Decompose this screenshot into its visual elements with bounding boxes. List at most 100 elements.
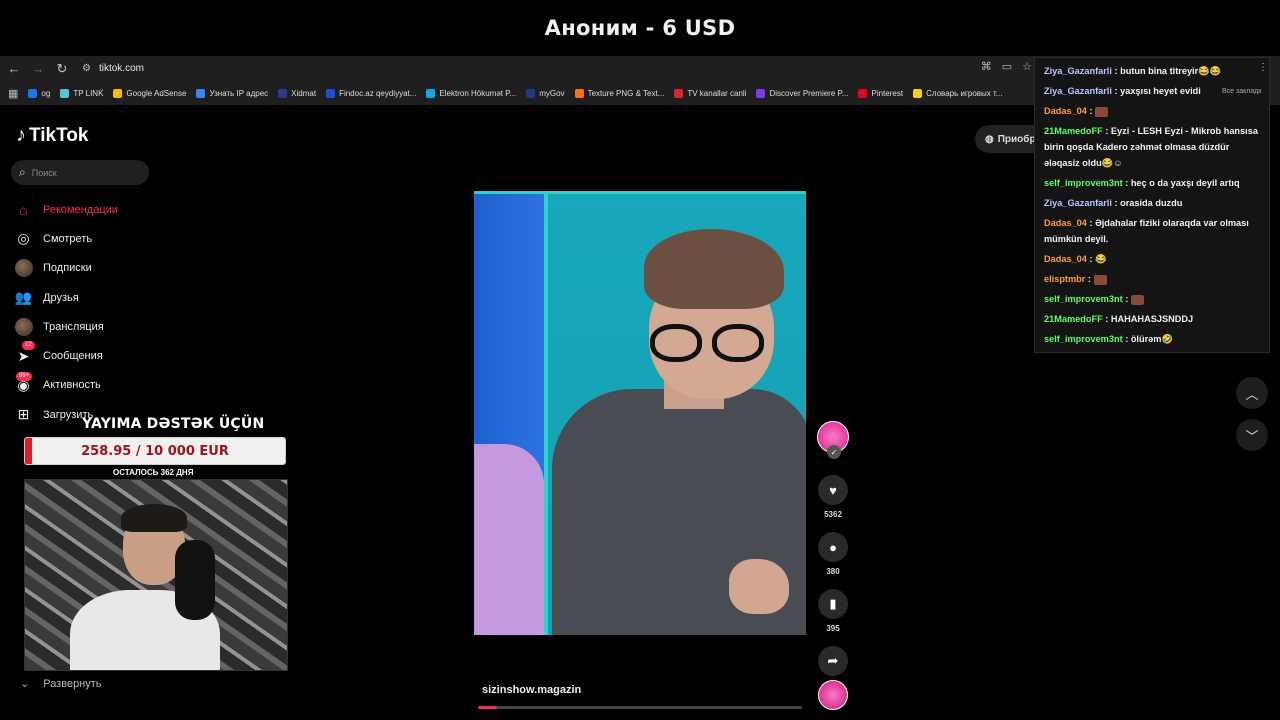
bookmark-item[interactable]: TV kanallar canli: [674, 88, 746, 98]
chat-text: heç o da yaxşı deyil artıq: [1130, 178, 1240, 188]
tiktok-note-icon: ♪: [16, 124, 26, 146]
translate-icon[interactable]: ⌘: [981, 60, 992, 73]
bookmark-favicon-icon: [426, 88, 436, 98]
messages-icon: ➤ 12: [14, 341, 35, 366]
chat-message: self_improvem3nt :: [1044, 291, 1263, 307]
tiktok-logo[interactable]: ♪ TikTok: [16, 124, 88, 147]
chat-username[interactable]: self_improvem3nt: [1044, 334, 1123, 344]
streamer-webcam: [24, 479, 288, 671]
sidebar-item-recommended[interactable]: ⌂ Рекомендации: [14, 195, 118, 224]
chat-username[interactable]: Dadas_04: [1044, 218, 1087, 228]
chat-username[interactable]: Ziya_Gazanfarli: [1044, 198, 1112, 208]
video-author[interactable]: sizinshow.magazin: [482, 684, 581, 696]
chat-message: Ziya_Gazanfarli : orasida duzdu: [1044, 198, 1183, 208]
chat-message: self_improvem3nt : ölürəm🤣: [1044, 334, 1173, 344]
sidebar-item-friends[interactable]: 👥 Друзья: [14, 283, 118, 312]
chat-message: Dadas_04 : Əjdahalar fiziki olaraqda var…: [1044, 218, 1249, 244]
comment-button[interactable]: ●: [818, 532, 848, 562]
bookmark-item[interactable]: Xidmat: [278, 88, 316, 98]
apps-grid-icon[interactable]: ▦: [8, 87, 18, 100]
bookmark-favicon-icon: [196, 88, 206, 98]
search-icon: ⌕: [19, 165, 26, 179]
chat-username[interactable]: Ziya_Gazanfarli: [1044, 86, 1112, 96]
likes-count: 5362: [824, 510, 842, 519]
chat-username[interactable]: self_improvem3nt: [1044, 294, 1123, 304]
activity-badge: 99+: [16, 371, 33, 381]
friends-icon: 👥: [14, 289, 33, 306]
search-input[interactable]: [31, 167, 132, 178]
messages-badge: 12: [22, 341, 35, 351]
video-player[interactable]: [474, 191, 806, 635]
sidebar-item-live[interactable]: Трансляция: [14, 312, 118, 341]
chevron-down-icon: ⌄: [20, 678, 30, 690]
bookmark-item[interactable]: Словарь игровых т...: [913, 88, 1002, 98]
chevron-up-icon: ︿: [1245, 386, 1259, 402]
chat-username[interactable]: self_improvem3nt: [1044, 178, 1123, 188]
chat-text: orasida duzdu: [1120, 198, 1183, 208]
forward-icon[interactable]: →: [28, 59, 48, 79]
comment-icon: ●: [829, 539, 837, 555]
bookmark-item[interactable]: Discover Premiere P...: [756, 88, 848, 98]
chat-message: 21MamedoFF : Eyzi - LESH Eyzi - Mikrob h…: [1044, 126, 1258, 168]
sidebar-item-following[interactable]: Подписки: [14, 254, 118, 283]
chat-username[interactable]: 21MamedoFF: [1044, 314, 1103, 324]
bookmark-item[interactable]: Findoc.az qeydiyyat...: [326, 88, 416, 98]
stream-title-bar: Аноним - 6 USD: [0, 0, 1280, 56]
bookmark-item[interactable]: Pinterest: [858, 88, 903, 98]
upload-icon: ⊞: [17, 406, 30, 423]
chat-message: Dadas_04 :: [1044, 103, 1263, 119]
reload-icon[interactable]: ↻: [52, 59, 72, 79]
expand-button[interactable]: ⌄ Развернуть: [20, 677, 102, 691]
bookmark-item[interactable]: og: [28, 88, 50, 98]
bookmark-favicon-icon: [574, 88, 584, 98]
sidebar-item-messages[interactable]: ➤ 12 Сообщения: [14, 341, 118, 370]
chat-username[interactable]: elisptmbr: [1044, 274, 1085, 284]
donation-amount: 258.95 / 10 000 EUR: [81, 443, 229, 459]
chat-username[interactable]: Dadas_04: [1044, 106, 1087, 116]
chat-text: yaxşısı heyet evidi: [1120, 86, 1201, 96]
all-bookmarks-link[interactable]: Все закладк: [1222, 88, 1261, 95]
video-progress-bar[interactable]: [478, 706, 802, 709]
chat-message: Ziya_Gazanfarli : butun bina titreyir😂😂: [1044, 66, 1222, 76]
cast-icon[interactable]: ▭: [1002, 60, 1012, 73]
home-icon: ⌂: [19, 201, 28, 218]
creator-avatar[interactable]: ✓: [817, 421, 849, 459]
next-video-button[interactable]: ﹀: [1236, 419, 1268, 451]
bookmark-item[interactable]: TP LINK: [60, 88, 103, 98]
following-avatar-icon: [14, 259, 33, 278]
bookmark-star-icon[interactable]: ☆: [1022, 60, 1032, 73]
chat-message: Dadas_04 : 😂: [1044, 254, 1107, 264]
sidebar-item-activity[interactable]: ◉ 99+ Активность: [14, 371, 118, 400]
bookmark-item[interactable]: Texture PNG & Text...: [574, 88, 664, 98]
previous-video-button[interactable]: ︿: [1236, 377, 1268, 409]
site-settings-icon[interactable]: ⚙: [82, 63, 91, 74]
back-icon[interactable]: ←: [4, 59, 24, 79]
like-button[interactable]: ♥: [818, 475, 848, 505]
chat-username[interactable]: Dadas_04: [1044, 254, 1087, 264]
more-options-icon[interactable]: ⋮: [1258, 62, 1268, 73]
bookmark-item[interactable]: Узнать IP адрес: [196, 88, 268, 98]
search-box: ⌕: [11, 160, 149, 185]
saves-count: 395: [826, 624, 840, 633]
stream-chat-overlay: Ziya_Gazanfarli : butun bina titreyir😂😂 Z…: [1034, 57, 1270, 353]
next-creator-avatar[interactable]: [818, 680, 848, 710]
url-text: tiktok.com: [98, 63, 144, 74]
donation-progress-bar: 258.95 / 10 000 EUR: [24, 437, 286, 465]
bookmark-item[interactable]: myGov: [526, 88, 565, 98]
chat-username[interactable]: 21MamedoFF: [1044, 126, 1103, 136]
bookmark-favicon-icon: [326, 88, 336, 98]
bookmark-item[interactable]: Google AdSense: [113, 88, 186, 98]
chat-text: ölürəm🤣: [1130, 334, 1173, 344]
bookmark-favicon-icon: [278, 88, 288, 98]
share-button[interactable]: ➦: [818, 646, 848, 676]
compass-icon: ◎: [17, 230, 30, 247]
chat-username[interactable]: Ziya_Gazanfarli: [1044, 66, 1112, 76]
bookmark-item[interactable]: Elektron Hökumət P...: [426, 88, 516, 98]
bookmark-favicon-icon: [913, 88, 923, 98]
donation-title: YAYIMA DƏSTƏK ÜÇÜN: [82, 416, 265, 432]
save-button[interactable]: ▮: [818, 589, 848, 619]
bookmark-favicon-icon: [28, 88, 38, 98]
coin-icon: ◍: [985, 133, 994, 145]
address-bar[interactable]: ⚙ tiktok.com: [82, 63, 144, 74]
sidebar-item-explore[interactable]: ◎ Смотреть: [14, 224, 118, 253]
